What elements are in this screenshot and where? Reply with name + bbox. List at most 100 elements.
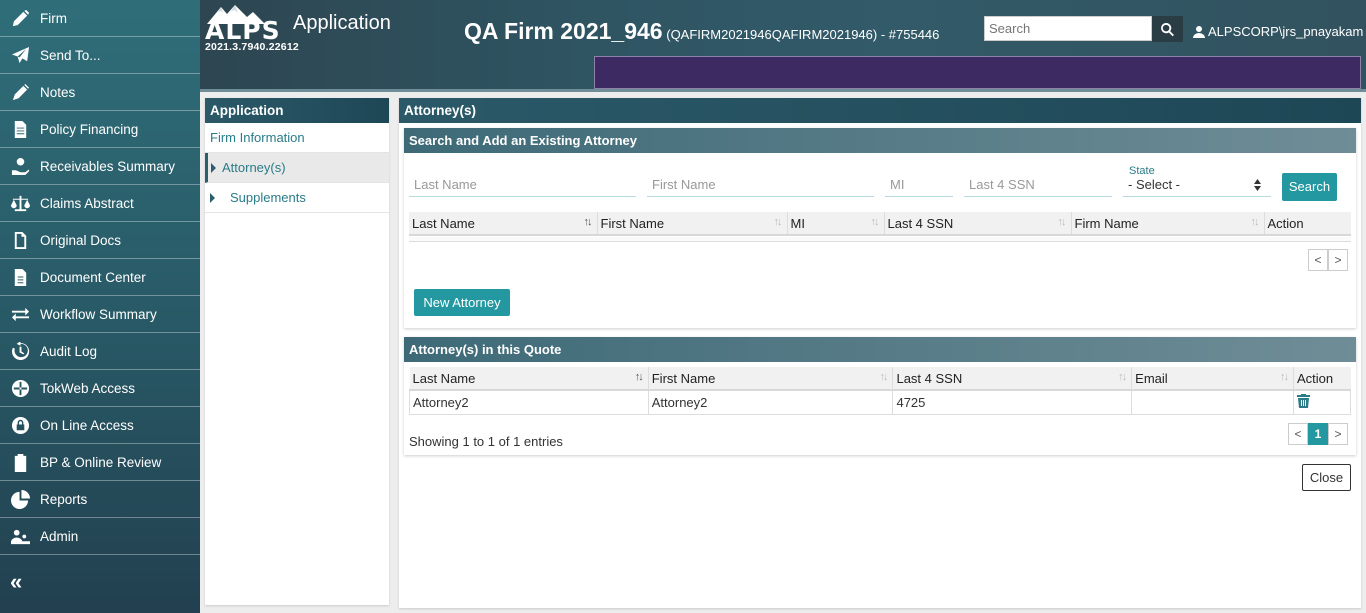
sidebar-item-send-to[interactable]: Send To... [0,37,200,74]
sidebar-item-workflow-summary[interactable]: Workflow Summary [0,296,200,333]
left-panel-title: Application [205,98,389,123]
quote-attorneys-table: Last Name ↑↓ First Name ↑↓ Last 4 SSN ↑↓ Em… [409,367,1352,415]
sidebar-item-label: Policy Financing [40,121,139,137]
column-header-firm-name[interactable]: Firm Name ↑↓ [1071,212,1265,236]
scale-icon [10,193,30,213]
sidebar-item-audit-log[interactable]: Audit Log [0,333,200,370]
sidebar-item-label: Firm [40,10,67,26]
lock-icon [10,415,30,435]
app-title: Application [293,12,391,34]
sort-icon: ↑↓ [1057,216,1067,228]
nav-label: Attorney(s) [222,160,286,175]
sidebar-item-label: Document Center [40,269,146,285]
table-info: Showing 1 to 1 of 1 entries [409,434,563,449]
column-header-label: Last 4 SSN [887,215,954,231]
column-header-action: Action [1293,367,1351,391]
alps-logo: ALPS [205,4,285,45]
cell-action [1292,389,1352,415]
search-attorney-section: Search and Add an Existing Attorney Last… [404,128,1356,328]
firm-detail: (QAFIRM2021946QAFIRM2021946) - #755446 [666,27,940,42]
user-icon [1193,25,1205,38]
sidebar-item-receivables-summary[interactable]: Receivables Summary [0,148,200,185]
column-header-last-name[interactable]: Last Name ↑↓ [409,367,649,391]
sidebar-item-firm[interactable]: Firm [0,0,200,37]
column-header-label: Last Name [412,215,475,231]
sidebar-item-online-access[interactable]: On Line Access [0,407,200,444]
header: ALPS 2021.3.7940.22612 Application QA Fi… [200,0,1366,92]
pen-icon [10,82,30,102]
sidebar-item-label: Workflow Summary [40,306,157,322]
pager-prev-button[interactable]: < [1288,423,1308,445]
sort-icon: ↑↓ [634,371,644,383]
globe-icon [10,378,30,398]
column-header-first-name[interactable]: First Name ↑↓ [648,367,894,391]
sidebar-item-label: BP & Online Review [40,454,162,470]
first-name-field[interactable]: First Name [647,173,874,197]
logo-text: ALPS [205,16,281,45]
sidebar-item-reports[interactable]: Reports [0,481,200,518]
sidebar-item-label: Audit Log [40,343,98,359]
new-attorney-button[interactable]: New Attorney [414,289,510,316]
mi-field[interactable]: MI [885,173,953,197]
sidebar-item-original-docs[interactable]: Original Docs [0,222,200,259]
sidebar-item-claims-abstract[interactable]: Claims Abstract [0,185,200,222]
column-header-label: Email [1135,370,1168,386]
quote-attorneys-section: Attorney(s) in this Quote Last Name ↑↓ Fi… [404,337,1356,455]
nav-supplements[interactable]: Supplements [205,183,389,213]
sidebar-item-admin[interactable]: Admin [0,518,200,555]
caret-right-icon [211,162,216,173]
pager-next-button[interactable]: > [1328,249,1348,271]
sidebar-item-document-center[interactable]: Document Center [0,259,200,296]
main-panel: Attorney(s) Search and Add an Existing A… [399,98,1361,608]
last-name-field[interactable]: Last Name [409,173,636,197]
arrows-exchange-icon [10,304,30,324]
column-header-action: Action [1264,212,1351,236]
trash-icon[interactable] [1296,393,1310,411]
hand-dollar-icon [10,156,30,176]
column-header-label: Firm Name [1074,215,1139,231]
paper-plane-icon [10,45,30,65]
search-input[interactable] [984,16,1152,41]
sidebar-item-policy-financing[interactable]: Policy Financing [0,111,200,148]
sidebar-item-label: On Line Access [40,417,134,433]
firm-name: QA Firm 2021_946 [464,18,663,44]
column-header-ssn[interactable]: Last 4 SSN ↑↓ [892,367,1133,391]
column-header-last-name[interactable]: Last Name ↑↓ [409,212,598,236]
select-arrows-icon [1254,179,1261,191]
sidebar-item-tokweb-access[interactable]: TokWeb Access [0,370,200,407]
state-select[interactable]: - Select - [1123,173,1271,197]
nav-firm-information[interactable]: Firm Information [205,123,389,153]
sidebar-item-notes[interactable]: Notes [0,74,200,111]
document-icon [10,119,30,139]
pager-next-button[interactable]: > [1328,423,1348,445]
collapse-sidebar-button[interactable]: « [10,571,32,593]
column-header-ssn[interactable]: Last 4 SSN ↑↓ [884,212,1072,236]
cell-email [1131,389,1294,415]
search-button[interactable] [1152,16,1183,42]
sort-icon: ↑↓ [879,371,888,383]
pager-page-1[interactable]: 1 [1308,423,1328,445]
column-header-email[interactable]: Email ↑↓ [1131,367,1294,391]
sort-icon: ↑↓ [773,216,783,228]
sidebar-item-bp-online-review[interactable]: BP & Online Review [0,444,200,481]
column-header-label: Action [1267,215,1304,231]
column-header-first-name[interactable]: First Name ↑↓ [597,212,788,236]
firm-title: QA Firm 2021_946 (QAFIRM2021946QAFIRM202… [464,18,939,45]
search-icon [1161,22,1174,36]
user-menu[interactable]: ALPSCORP\jrs_pnayakam [1193,24,1366,39]
main-title: Attorney(s) [399,98,1361,123]
quote-pager: < 1 > [1288,423,1348,445]
sidebar-item-label: Send To... [40,47,101,63]
pager-prev-button[interactable]: < [1308,249,1328,271]
search-attorney-button[interactable]: Search [1282,173,1337,201]
caret-right-icon [210,192,215,203]
ssn-field[interactable]: Last 4 SSN [964,173,1112,197]
close-button[interactable]: Close [1302,464,1351,491]
notification-banner [594,56,1361,89]
pencil-icon [10,8,30,28]
nav-label: Firm Information [210,130,305,145]
nav-attorneys[interactable]: Attorney(s) [205,153,389,183]
column-header-mi[interactable]: MI ↑↓ [787,212,885,236]
column-header-label: First Name [600,215,665,231]
sort-icon: ↑↓ [1118,371,1127,383]
